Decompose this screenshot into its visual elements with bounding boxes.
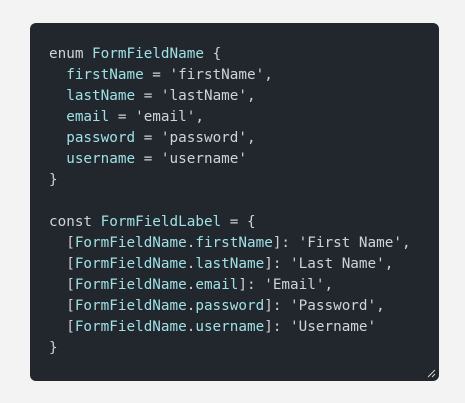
label-value: 'Last Name'	[290, 256, 385, 272]
enum-reference-key: password	[195, 298, 265, 314]
resize-handle-icon[interactable]	[427, 369, 436, 378]
enum-keyword: enum	[49, 46, 84, 62]
code-block: enum FormFieldName { firstName = 'firstN…	[30, 23, 439, 381]
code-line-label-entry: [FormFieldName.email]: 'Email',	[66, 277, 334, 293]
enum-member-name: password	[66, 130, 136, 146]
enum-member-value: 'firstName'	[169, 67, 265, 83]
code-line-enum-member: lastName = 'lastName',	[66, 88, 256, 104]
enum-name: FormFieldName	[92, 46, 204, 62]
enum-reference: FormFieldName	[74, 319, 187, 335]
enum-reference: FormFieldName	[74, 277, 187, 293]
enum-reference-key: firstName	[195, 235, 273, 251]
code-line-enum-member: username = 'username'	[66, 151, 247, 167]
enum-close-brace: }	[49, 172, 58, 188]
enum-reference: FormFieldName	[74, 256, 187, 272]
code-line-const-declaration: const FormFieldLabel = {	[49, 212, 439, 233]
const-assign: = {	[229, 214, 256, 230]
enum-member-name: firstName	[66, 67, 144, 83]
enum-member-value: 'lastName'	[160, 88, 247, 104]
enum-reference-key: username	[195, 319, 265, 335]
code-line-label-entry: [FormFieldName.username]: 'Username'	[66, 319, 377, 335]
code-line-enum-member: password = 'password',	[66, 130, 256, 146]
code-line-label-entry: [FormFieldName.firstName]: 'First Name',	[66, 235, 411, 251]
code-line-enum-declaration: enum FormFieldName {	[49, 44, 439, 65]
enum-open-brace: {	[212, 46, 222, 62]
enum-member-name: email	[66, 109, 110, 125]
enum-member-value: 'username'	[160, 151, 247, 167]
enum-reference: FormFieldName	[74, 298, 187, 314]
code-line-const-close: }	[49, 338, 439, 359]
code-line-enum-member: firstName = 'firstName',	[66, 67, 273, 83]
enum-member-value: 'password'	[160, 130, 247, 146]
label-value: 'Password'	[290, 298, 377, 314]
label-value: 'First Name'	[298, 235, 402, 251]
const-close-brace: }	[49, 340, 58, 356]
code-line-label-entry: [FormFieldName.lastName]: 'Last Name',	[66, 256, 394, 272]
const-keyword: const	[49, 214, 93, 230]
code-line-enum-close: }	[49, 170, 439, 191]
enum-member-name: lastName	[66, 88, 136, 104]
code-line-label-entry: [FormFieldName.password]: 'Password',	[66, 298, 385, 314]
label-value: 'Email'	[264, 277, 325, 293]
code-line-enum-member: email = 'email',	[66, 109, 204, 125]
enum-member-name: username	[66, 151, 136, 167]
enum-member-value: 'email'	[135, 109, 196, 125]
enum-reference: FormFieldName	[74, 235, 187, 251]
code-content: enum FormFieldName { firstName = 'firstN…	[49, 44, 439, 359]
label-value: 'Username'	[290, 319, 377, 335]
enum-reference-key: email	[195, 277, 239, 293]
const-name: FormFieldLabel	[100, 214, 222, 230]
enum-reference-key: lastName	[195, 256, 265, 272]
